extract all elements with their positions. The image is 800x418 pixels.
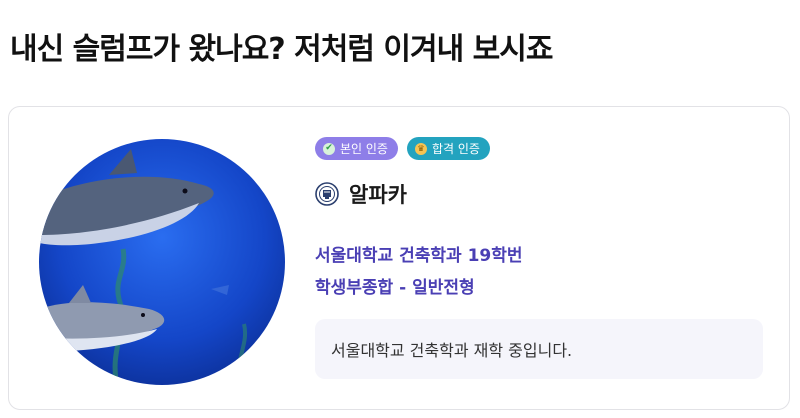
nickname: 알파카 <box>349 183 407 207</box>
intro-box: 서울대학교 건축학과 재학 중입니다. <box>315 319 763 379</box>
university-emblem-icon <box>315 182 339 206</box>
identity-verified-badge: ✔ 본인 인증 <box>315 137 398 160</box>
badge-row: ✔ 본인 인증 ♛ 합격 인증 <box>315 137 490 160</box>
name-row: 알파카 <box>315 179 407 209</box>
intro-text: 서울대학교 건축학과 재학 중입니다. <box>331 341 573 360</box>
check-circle-icon: ✔ <box>323 142 335 155</box>
badge-label: 본인 인증 <box>340 142 388 156</box>
crown-icon: ♛ <box>414 142 427 155</box>
avatar <box>39 139 285 385</box>
school-info: 서울대학교 건축학과 19학번 <box>315 246 523 266</box>
admission-verified-badge: ♛ 합격 인증 <box>406 137 490 160</box>
admission-type: 학생부종합 - 일반전형 <box>315 278 475 298</box>
shark-photo <box>39 139 285 385</box>
badge-label: 합격 인증 <box>431 142 480 156</box>
page-title: 내신 슬럼프가 왔나요? 저처럼 이겨내 보시죠 <box>10 32 553 67</box>
mentor-profile-card[interactable]: ✔ 본인 인증 ♛ 합격 인증 알파카 서울대학교 건축학과 19학번 학생부종… <box>8 106 790 410</box>
